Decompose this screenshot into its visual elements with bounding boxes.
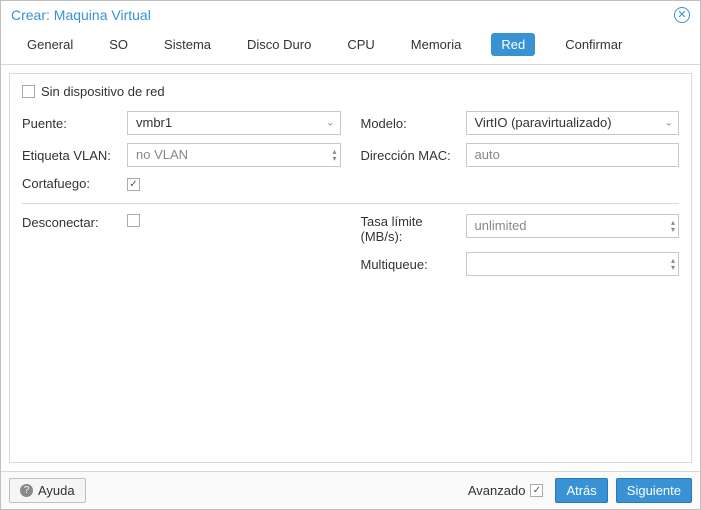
vlan-input[interactable]: no VLAN ▴▾ [127,143,341,167]
separator [22,203,679,204]
close-icon[interactable]: ✕ [674,7,690,23]
help-button[interactable]: ? Ayuda [9,478,86,503]
multiqueue-label: Multiqueue: [361,257,466,272]
tab-so[interactable]: SO [103,33,134,56]
firewall-checkbox[interactable] [127,178,140,191]
back-label: Atrás [566,483,596,498]
tab-red[interactable]: Red [491,33,535,56]
vlan-value: no VLAN [127,143,341,167]
model-label: Modelo: [361,116,466,131]
mac-label: Dirección MAC: [361,148,466,163]
wizard-tabs: General SO Sistema Disco Duro CPU Memori… [1,23,700,65]
bridge-value: vmbr1 [127,111,341,135]
tab-cpu[interactable]: CPU [341,33,380,56]
firewall-label: Cortafuego: [22,176,127,191]
help-icon: ? [20,484,33,497]
no-network-device-label: Sin dispositivo de red [41,84,165,99]
mac-value: auto [466,143,680,167]
titlebar: Crear: Maquina Virtual ✕ [1,1,700,23]
footer: ? Ayuda Avanzado Atrás Siguiente [1,471,700,509]
bridge-label: Puente: [22,116,127,131]
mac-input[interactable]: auto [466,143,680,167]
disconnect-label: Desconectar: [22,215,127,230]
create-vm-window: Crear: Maquina Virtual ✕ General SO Sist… [0,0,701,510]
model-value: VirtIO (paravirtualizado) [466,111,680,135]
content-area: Sin dispositivo de red Puente: vmbr1 ⌄ E… [1,65,700,471]
next-label: Siguiente [627,483,681,498]
tab-confirmar[interactable]: Confirmar [559,33,628,56]
rate-limit-value: unlimited [466,214,680,238]
help-label: Ayuda [38,483,75,498]
advanced-label: Avanzado [468,483,526,498]
tab-general[interactable]: General [21,33,79,56]
next-button[interactable]: Siguiente [616,478,692,503]
tab-disco-duro[interactable]: Disco Duro [241,33,317,56]
vlan-label: Etiqueta VLAN: [22,148,127,163]
advanced-toggle[interactable]: Avanzado [468,483,544,498]
rate-limit-label: Tasa límite (MB/s): [361,214,466,244]
rate-limit-input[interactable]: unlimited ▴▾ [466,214,680,238]
no-network-device-row: Sin dispositivo de red [22,84,679,99]
disconnect-checkbox[interactable] [127,214,140,227]
form-panel: Sin dispositivo de red Puente: vmbr1 ⌄ E… [9,73,692,463]
multiqueue-value [466,252,680,276]
tab-sistema[interactable]: Sistema [158,33,217,56]
window-title: Crear: Maquina Virtual [11,7,151,23]
back-button[interactable]: Atrás [555,478,607,503]
tab-memoria[interactable]: Memoria [405,33,468,56]
multiqueue-input[interactable]: ▴▾ [466,252,680,276]
no-network-device-checkbox[interactable] [22,85,35,98]
model-select[interactable]: VirtIO (paravirtualizado) ⌄ [466,111,680,135]
advanced-checkbox[interactable] [530,484,543,497]
bridge-select[interactable]: vmbr1 ⌄ [127,111,341,135]
